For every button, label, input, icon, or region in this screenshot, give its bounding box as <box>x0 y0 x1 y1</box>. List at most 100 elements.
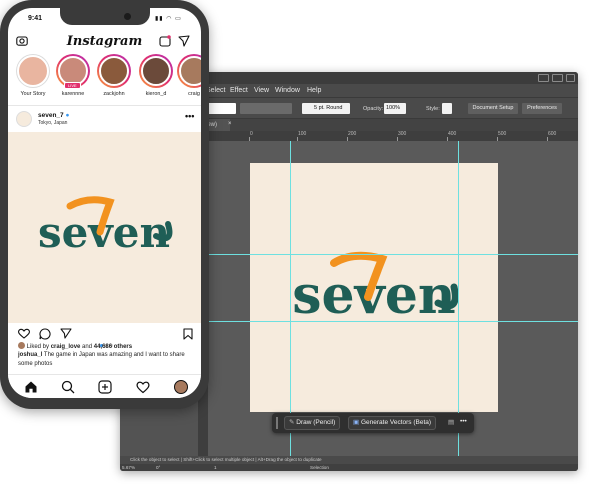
share-icon[interactable] <box>60 328 72 339</box>
menu-window[interactable]: Window <box>275 87 300 94</box>
hint-text: Click the object to select | Shift+Click… <box>130 457 322 462</box>
avatar <box>99 56 129 86</box>
artboard[interactable]: seven <box>250 163 498 412</box>
instagram-screen: 9:41 ▮▮ ◠ ▭ Instagram Your Story LIVE ka… <box>8 8 201 398</box>
status-bar: 5.67% 0° 1 Selection <box>120 464 578 471</box>
seven-logo-post: seven <box>38 196 173 257</box>
guide-line[interactable] <box>458 141 459 456</box>
profile-avatar-icon[interactable] <box>174 380 188 394</box>
more-options-icon[interactable]: ••• <box>460 418 467 425</box>
post-header: seven_7 ● Tokyo, Japan ••• <box>8 106 201 132</box>
caption-text: The game in Japan was amazing and I want… <box>18 352 185 367</box>
likes-prefix: Liked by <box>26 344 51 350</box>
activity-heart-icon[interactable] <box>136 380 150 394</box>
image-icon[interactable]: ▤ <box>448 418 454 426</box>
document-setup-button[interactable]: Document Setup <box>468 103 518 114</box>
avatar <box>17 55 49 87</box>
opacity-value: 100% <box>386 105 401 111</box>
avatar <box>141 56 171 86</box>
story-your-story[interactable]: Your Story <box>15 54 51 97</box>
liker-username[interactable]: craig_love <box>51 344 81 350</box>
story-ring <box>139 54 173 88</box>
variable-width-field[interactable] <box>240 103 292 114</box>
stories-tray: Your Story LIVE karennne zackjohn kieron… <box>8 54 201 106</box>
ruler-label: 200 <box>348 131 357 137</box>
story-ring <box>97 54 131 88</box>
story-name: Your Story <box>20 91 46 97</box>
post-avatar[interactable] <box>16 111 32 127</box>
guide-line[interactable] <box>290 141 291 456</box>
draw-pencil-button[interactable]: ✎ Draw (Pencil) <box>284 416 341 430</box>
menu-help[interactable]: Help <box>307 87 321 94</box>
preferences-label: Preferences <box>527 105 557 111</box>
close-tab-icon[interactable]: × <box>228 121 232 127</box>
story-kieron-d[interactable]: kieron_d <box>138 54 174 97</box>
camera-icon <box>124 13 131 20</box>
composite-stage: Select Effect View Window Help 5 pt. Rou… <box>0 0 596 493</box>
stroke-weight-field[interactable] <box>208 103 236 114</box>
home-icon[interactable] <box>24 380 38 394</box>
style-swatch[interactable] <box>442 103 452 114</box>
hint-bar: Click the object to select | Shift+Click… <box>120 456 578 464</box>
story-ring <box>16 54 50 88</box>
contextual-task-bar: ✎ Draw (Pencil) ▣ Generate Vectors (Beta… <box>272 413 474 433</box>
new-post-icon[interactable] <box>98 380 112 394</box>
zoom-value[interactable]: 5.67% <box>122 465 135 470</box>
story-zackjohn[interactable]: zackjohn <box>96 54 132 97</box>
guide-line[interactable] <box>208 254 578 255</box>
ruler-label: 600 <box>548 131 557 137</box>
status-time: 9:41 <box>28 15 43 22</box>
post-caption: joshua_l The game in Japan was amazing a… <box>18 351 196 369</box>
close-button[interactable] <box>566 74 575 82</box>
preferences-button[interactable]: Preferences <box>522 103 562 114</box>
live-badge: LIVE <box>64 82 81 89</box>
post-username[interactable]: seven_7 ● <box>38 112 69 119</box>
brush-label: 5 pt. Round <box>314 105 343 111</box>
canvas[interactable]: seven ✎ Draw (Pencil) ▣ Generate Vectors… <box>208 141 578 456</box>
draw-pencil-label: Draw (Pencil) <box>296 419 336 426</box>
heart-icon[interactable] <box>18 328 30 339</box>
maximize-button[interactable] <box>552 74 563 82</box>
rotation-value[interactable]: 0° <box>156 465 160 470</box>
ruler-label: 400 <box>448 131 457 137</box>
more-options-icon[interactable]: ••• <box>185 111 194 121</box>
phone-frame: 9:41 ▮▮ ◠ ▭ Instagram Your Story LIVE ka… <box>0 0 209 409</box>
search-icon[interactable] <box>61 380 75 394</box>
caption-username[interactable]: joshua_l <box>18 352 42 358</box>
menu-view[interactable]: View <box>254 87 269 94</box>
generate-vectors-button[interactable]: ▣ Generate Vectors (Beta) <box>348 416 437 430</box>
direct-message-icon[interactable] <box>178 35 190 47</box>
likes-count[interactable]: 44,686 others <box>94 344 132 350</box>
post-actions <box>8 323 201 347</box>
story-karennne[interactable]: LIVE karennne <box>55 54 91 97</box>
story-name: kieron_d <box>145 91 167 97</box>
story-craig[interactable]: craig <box>176 54 201 97</box>
brush-definition-select[interactable]: 5 pt. Round <box>302 103 350 114</box>
story-ring <box>177 54 201 88</box>
selection-tool-label: Selection <box>310 465 329 470</box>
horizontal-ruler[interactable]: 0 100 200 300 400 500 600 <box>208 131 578 141</box>
story-name: craig <box>188 91 200 97</box>
artboard-number[interactable]: 1 <box>214 465 217 470</box>
guide-line[interactable] <box>208 321 578 322</box>
style-label: Style: <box>426 106 440 112</box>
ruler-label: 300 <box>398 131 407 137</box>
pencil-icon: ✎ <box>289 419 295 426</box>
igtv-icon[interactable] <box>159 35 171 47</box>
likes-line: Liked by craig_love and 44,686 others <box>18 342 132 350</box>
post-image[interactable]: seven <box>8 132 201 323</box>
menu-effect[interactable]: Effect <box>230 87 248 94</box>
post-location[interactable]: Tokyo, Japan <box>38 120 67 126</box>
avatar <box>179 56 201 86</box>
liker-avatar <box>18 342 25 349</box>
drag-handle[interactable] <box>276 417 278 429</box>
likes-mid: and <box>80 344 94 350</box>
seven-logo-large[interactable]: seven <box>250 163 498 412</box>
comment-icon[interactable] <box>39 328 51 340</box>
ig-header: Instagram <box>8 30 201 52</box>
phone-notch <box>60 8 150 25</box>
ruler-label: 500 <box>498 131 507 137</box>
opacity-input[interactable]: 100% <box>384 103 406 114</box>
minimize-button[interactable] <box>538 74 549 82</box>
bookmark-icon[interactable] <box>183 328 193 340</box>
